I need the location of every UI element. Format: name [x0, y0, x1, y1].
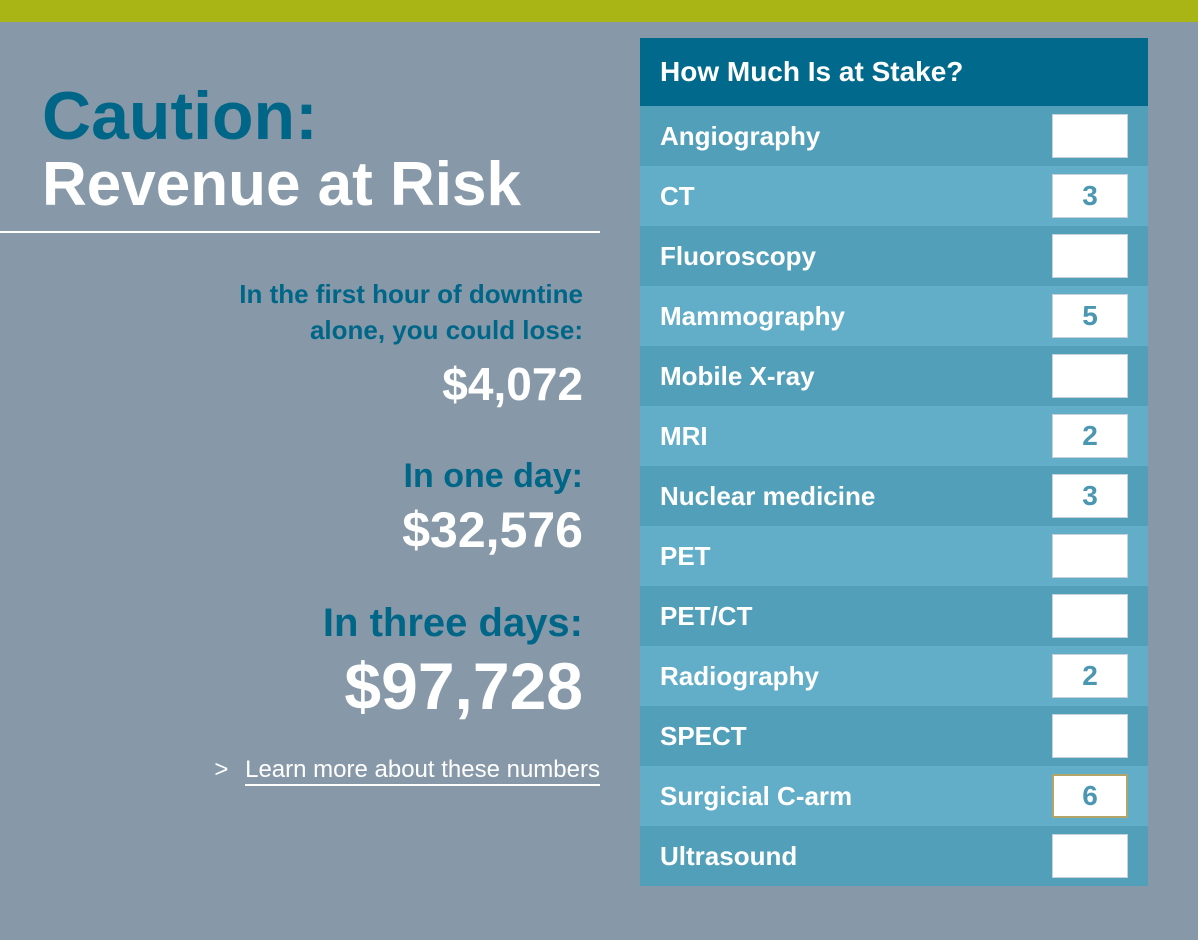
first-hour-label-line1: In the first hour of downtine [239, 279, 583, 309]
three-days-stat: In three days: $97,728 [323, 598, 583, 724]
modality-row-pet: PET [640, 526, 1148, 586]
modality-label: Angiography [660, 120, 821, 151]
one-day-label: In one day: [403, 457, 583, 495]
modality-label: Surgicial C-arm [660, 780, 853, 811]
first-hour-value: $4,072 [442, 358, 583, 410]
mammography-count-input[interactable] [1052, 294, 1128, 338]
modality-label: Ultrasound [660, 840, 798, 871]
page-headline: Caution: Revenue at Risk [42, 82, 521, 216]
three-days-label: In three days: [322, 601, 583, 645]
modality-label: SPECT [660, 720, 747, 751]
one-day-stat: In one day: $32,576 [402, 454, 583, 560]
radiography-count-input[interactable] [1052, 654, 1128, 698]
modality-row-nuclear-medicine: Nuclear medicine [640, 466, 1148, 526]
modality-row-pet-ct: PET/CT [640, 586, 1148, 646]
modality-label: Mobile X-ray [660, 360, 815, 391]
modality-row-ultrasound: Ultrasound [640, 826, 1148, 886]
modality-row-mammography: Mammography [640, 286, 1148, 346]
modality-label: PET [660, 540, 711, 571]
mobile-x-ray-count-input[interactable] [1052, 354, 1128, 398]
modality-row-fluoroscopy: Fluoroscopy [640, 226, 1148, 286]
modality-row-surgical-c-arm: Surgicial C-arm [640, 766, 1148, 826]
modality-list: Angiography CT Fluoroscopy Mammography M… [640, 106, 1148, 886]
first-hour-label: In the first hour of downtine alone, you… [239, 276, 583, 348]
modality-row-spect: SPECT [640, 706, 1148, 766]
angiography-count-input[interactable] [1052, 114, 1128, 158]
fluoroscopy-count-input[interactable] [1052, 234, 1128, 278]
mri-count-input[interactable] [1052, 414, 1128, 458]
first-hour-label-line2: alone, you could lose: [309, 315, 583, 345]
modality-label: Mammography [660, 300, 845, 331]
modality-row-angiography: Angiography [640, 106, 1148, 166]
modality-label: Nuclear medicine [660, 480, 876, 511]
modality-label: MRI [660, 420, 708, 451]
ultrasound-count-input[interactable] [1052, 834, 1128, 878]
modality-label: CT [660, 180, 695, 211]
first-hour-stat: In the first hour of downtine alone, you… [239, 276, 583, 412]
stake-panel: How Much Is at Stake? Angiography CT Flu… [640, 38, 1148, 886]
spect-count-input[interactable] [1052, 714, 1128, 758]
stake-panel-title: How Much Is at Stake? [640, 38, 1148, 106]
headline-revenue-at-risk: Revenue at Risk [42, 150, 521, 219]
one-day-value: $32,576 [402, 502, 583, 558]
surgical-c-arm-count-input[interactable] [1052, 774, 1128, 818]
top-accent-bar [0, 0, 1198, 22]
modality-row-mobile-x-ray: Mobile X-ray [640, 346, 1148, 406]
learn-more: > Learn more about these numbers [214, 756, 600, 786]
nuclear-medicine-count-input[interactable] [1052, 474, 1128, 518]
modality-label: Fluoroscopy [660, 240, 817, 271]
learn-more-link[interactable]: Learn more about these numbers [245, 756, 600, 786]
three-days-value: $97,728 [344, 649, 583, 723]
modality-label: Radiography [660, 660, 819, 691]
chevron-right-icon: > [214, 756, 229, 783]
modality-label: PET/CT [660, 600, 753, 631]
headline-divider [0, 231, 600, 233]
modality-row-mri: MRI [640, 406, 1148, 466]
modality-row-radiography: Radiography [640, 646, 1148, 706]
pet-ct-count-input[interactable] [1052, 594, 1128, 638]
ct-count-input[interactable] [1052, 174, 1128, 218]
modality-row-ct: CT [640, 166, 1148, 226]
headline-caution: Caution: [42, 78, 318, 154]
pet-count-input[interactable] [1052, 534, 1128, 578]
